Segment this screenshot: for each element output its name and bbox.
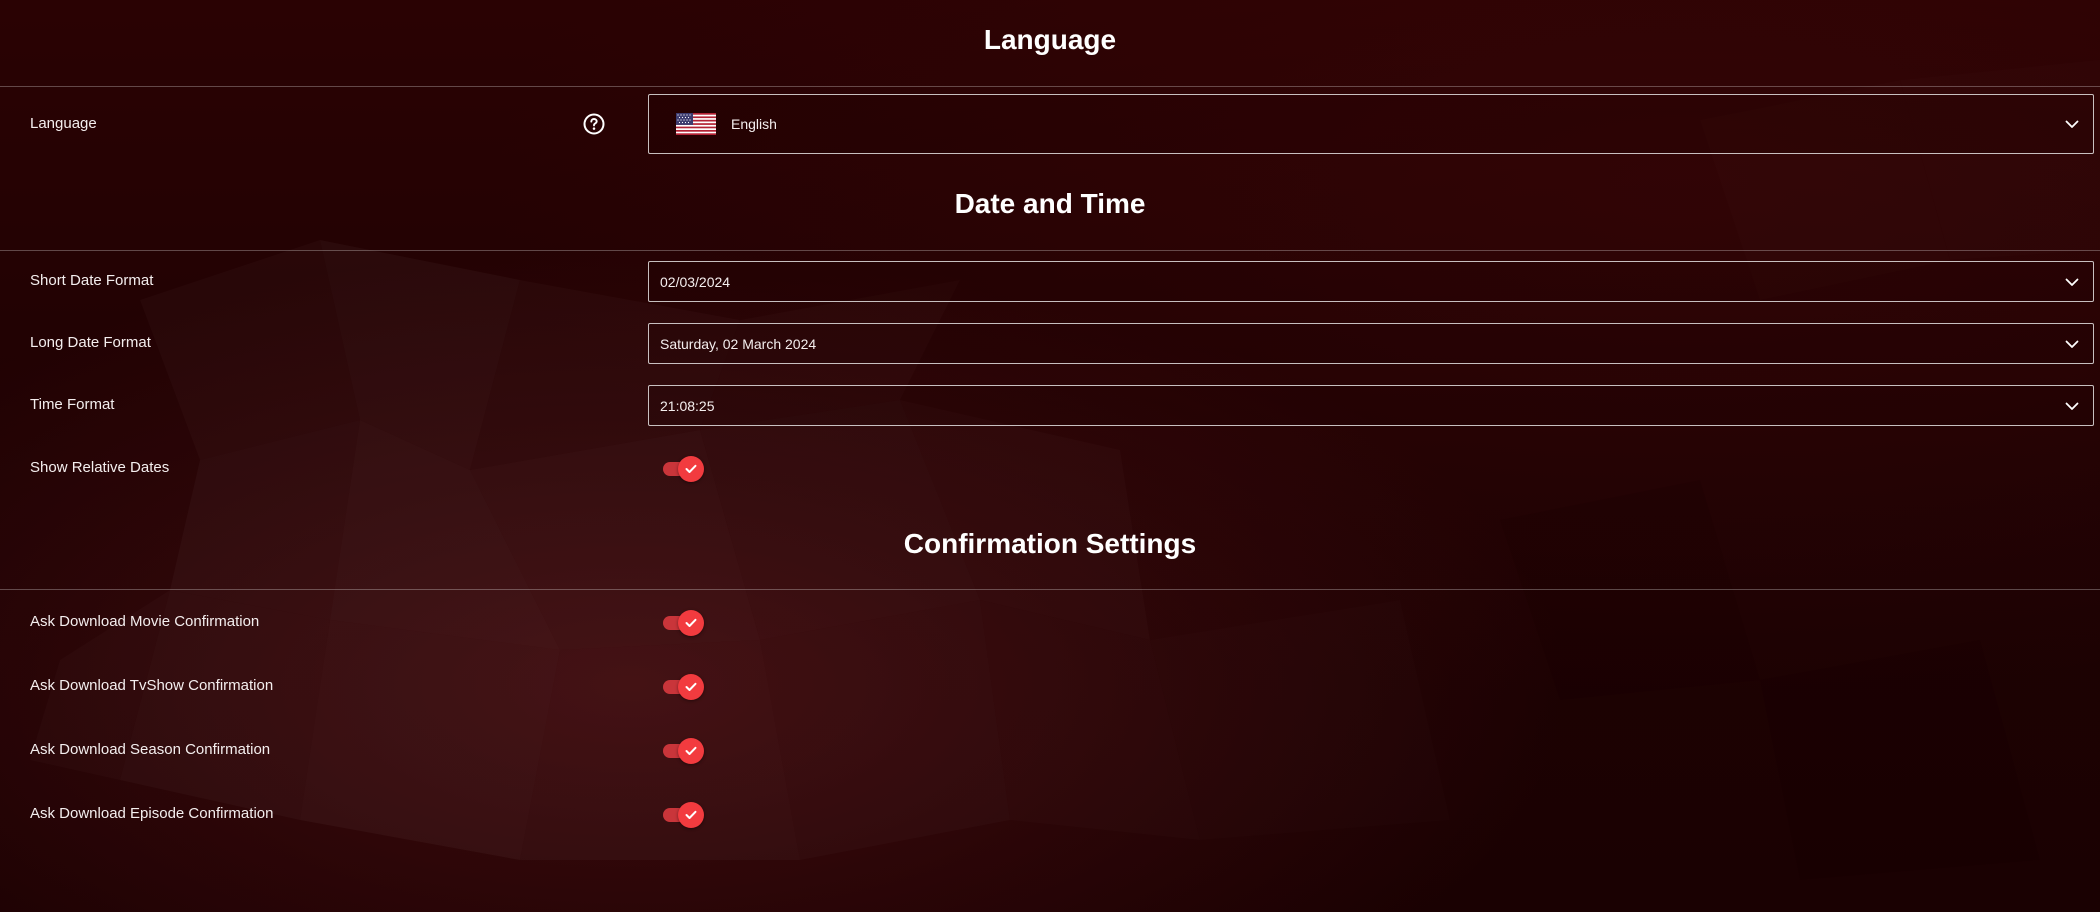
time-format-label: Time Format — [30, 396, 115, 413]
language-select[interactable]: English — [648, 94, 2094, 154]
language-section-title: Language — [983, 24, 1117, 55]
ask-download-episode-confirmation-label: Ask Download Episode Confirmation — [30, 805, 274, 822]
short-date-format-label: Short Date Format — [30, 272, 154, 289]
show-relative-dates-toggle[interactable] — [661, 453, 705, 483]
toggle-thumb — [678, 456, 704, 482]
show-relative-dates-label: Show Relative Dates — [30, 459, 170, 476]
confirmation-section-divider — [0, 589, 2100, 590]
long-date-format-label: Long Date Format — [30, 334, 151, 351]
ask-download-season-confirmation-toggle[interactable] — [661, 735, 705, 765]
time-format-value: 21:08:25 — [660, 397, 715, 414]
language-section-divider — [0, 86, 2100, 87]
question-circle-icon[interactable] — [583, 113, 605, 135]
chevron-down-icon — [2065, 340, 2079, 348]
ask-download-movie-confirmation-label: Ask Download Movie Confirmation — [30, 613, 260, 630]
time-format-select[interactable]: 21:08:25 — [648, 385, 2094, 426]
ask-download-season-confirmation-label: Ask Download Season Confirmation — [30, 741, 271, 758]
toggle-thumb — [678, 610, 704, 636]
chevron-down-icon — [2065, 278, 2079, 286]
toggle-thumb — [678, 674, 704, 700]
ask-download-movie-confirmation-toggle[interactable] — [661, 607, 705, 637]
ask-download-tvshow-confirmation-label: Ask Download TvShow Confirmation — [30, 677, 274, 694]
check-icon — [685, 618, 697, 627]
date-time-section-title: Date and Time — [954, 188, 1146, 219]
short-date-format-select[interactable]: 02/03/2024 — [648, 261, 2094, 302]
short-date-format-value: 02/03/2024 — [660, 273, 731, 290]
confirmation-section-title: Confirmation Settings — [903, 528, 1197, 559]
ask-download-episode-confirmation-toggle[interactable] — [661, 799, 705, 829]
check-icon — [685, 464, 697, 473]
language-select-value: English — [731, 116, 777, 132]
long-date-format-select[interactable]: Saturday, 02 March 2024 — [648, 323, 2094, 364]
chevron-down-icon — [2065, 120, 2079, 128]
date-time-section-divider — [0, 250, 2100, 251]
settings-page: Language Language English Date and Time … — [0, 0, 2100, 912]
check-icon — [685, 682, 697, 691]
check-icon — [685, 746, 697, 755]
long-date-format-value: Saturday, 02 March 2024 — [660, 335, 817, 352]
us-flag-icon — [676, 113, 716, 135]
toggle-thumb — [678, 802, 704, 828]
chevron-down-icon — [2065, 402, 2079, 410]
toggle-thumb — [678, 738, 704, 764]
check-icon — [685, 810, 697, 819]
ask-download-tvshow-confirmation-toggle[interactable] — [661, 671, 705, 701]
language-label: Language — [30, 115, 97, 132]
